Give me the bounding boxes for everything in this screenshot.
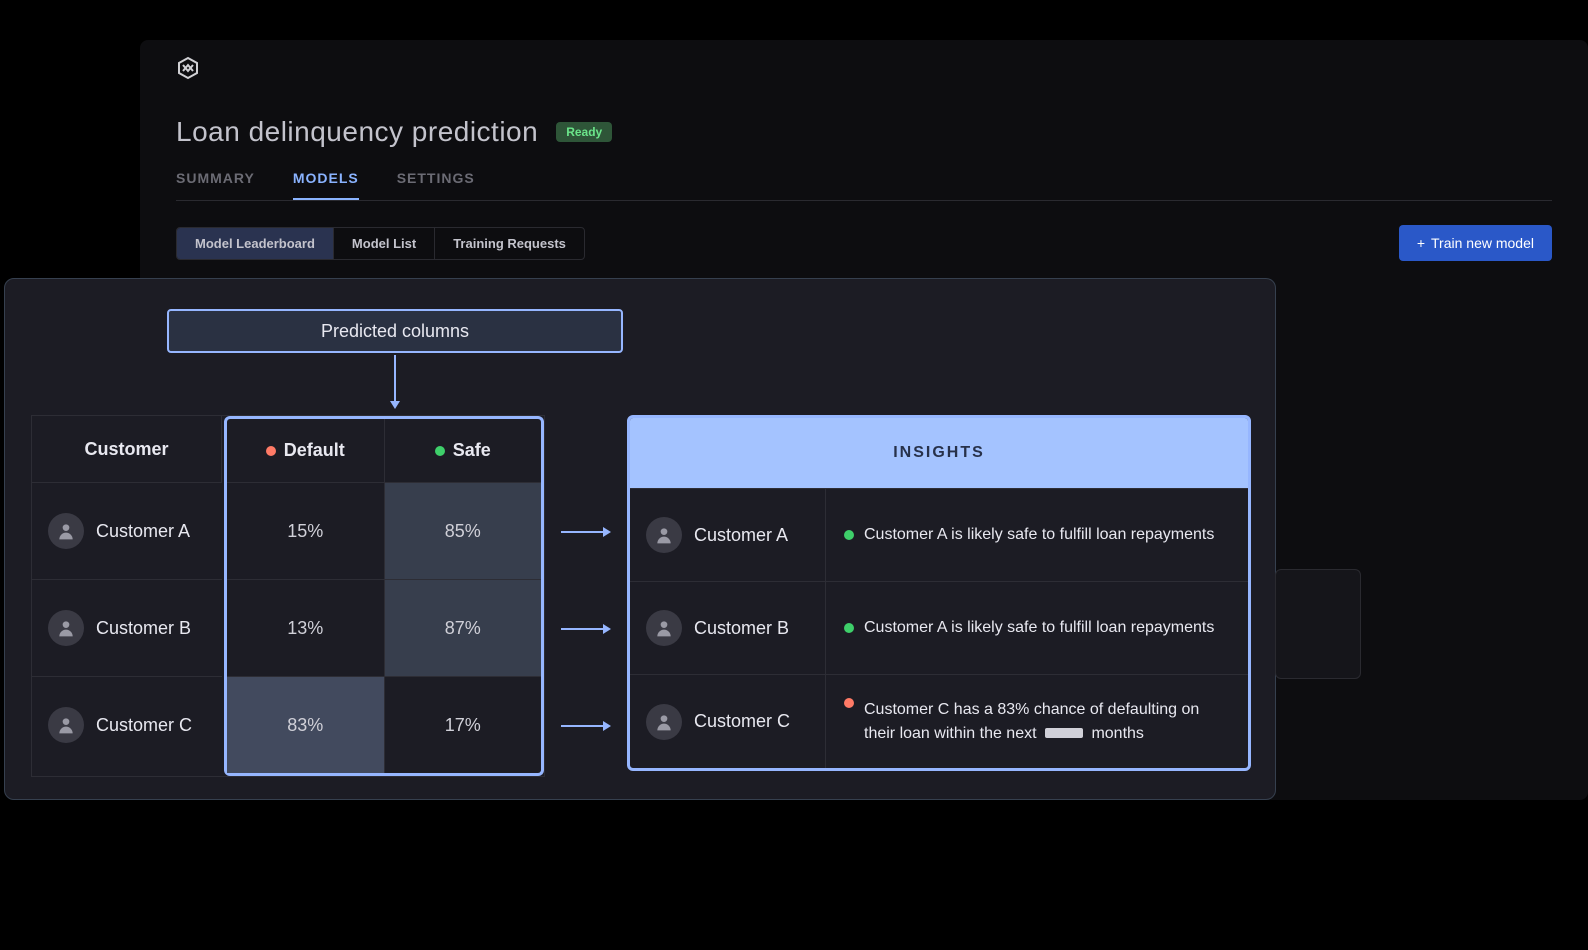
plus-icon: +	[1417, 235, 1425, 251]
insights-row: Customer B Customer A is likely safe to …	[630, 582, 1248, 675]
subtabs-row: Model Leaderboard Model List Training Re…	[140, 201, 1588, 285]
tab-models[interactable]: MODELS	[293, 170, 359, 200]
logo-icon	[176, 56, 200, 80]
insights-text: Customer A is likely safe to fulfill loa…	[826, 582, 1248, 674]
prediction-table-header: Customer Default Safe	[32, 416, 544, 482]
overlay-panel: Predicted columns Customer Default Safe	[4, 278, 1276, 800]
dot-red-icon	[844, 698, 854, 708]
subtabs: Model Leaderboard Model List Training Re…	[176, 227, 585, 260]
cell-default: 13%	[227, 579, 384, 676]
prediction-table: Customer Default Safe Customer A	[31, 415, 545, 777]
cell-default: 83%	[227, 676, 384, 773]
insights-body: Customer A Customer A is likely safe to …	[630, 488, 1248, 768]
table-row: Customer B	[32, 579, 222, 676]
tab-summary[interactable]: SUMMARY	[176, 170, 255, 200]
train-new-model-button[interactable]: + Train new model	[1399, 225, 1552, 261]
insights-text: Customer C has a 83% chance of defaultin…	[826, 675, 1248, 768]
avatar-icon	[646, 517, 682, 553]
prediction-customer-column: Customer A Customer B Customer C	[32, 482, 222, 776]
avatar-icon	[48, 707, 84, 743]
background-panel-hint	[1275, 569, 1361, 679]
train-new-model-label: Train new model	[1431, 235, 1534, 251]
insights-customer-name: Customer C	[694, 711, 790, 732]
dot-red-icon	[266, 446, 276, 456]
subtab-training-requests[interactable]: Training Requests	[435, 228, 584, 259]
insights-text: Customer A is likely safe to fulfill loa…	[826, 489, 1248, 581]
safe-column: 85% 87% 17%	[385, 482, 542, 773]
insights-row: Customer C Customer C has a 83% chance o…	[630, 675, 1248, 768]
insights-message: Customer C has a 83% chance of defaultin…	[864, 698, 1230, 746]
subtab-model-leaderboard[interactable]: Model Leaderboard	[177, 228, 334, 259]
column-header-customer: Customer	[32, 416, 222, 482]
insights-row: Customer A Customer A is likely safe to …	[630, 489, 1248, 582]
customer-name: Customer C	[96, 715, 192, 736]
insights-customer: Customer A	[630, 489, 826, 581]
arrows-right	[561, 483, 617, 774]
dot-green-icon	[844, 623, 854, 633]
customer-name: Customer B	[96, 618, 191, 639]
default-column: 15% 13% 83%	[227, 482, 385, 773]
page-title: Loan delinquency prediction	[176, 116, 538, 148]
subtab-model-list[interactable]: Model List	[334, 228, 435, 259]
insights-message-pre: Customer C has a 83% chance of defaultin…	[864, 701, 1199, 742]
predicted-columns-label: Predicted columns	[167, 309, 623, 353]
insights-message-post: months	[1091, 725, 1143, 742]
avatar-icon	[646, 704, 682, 740]
arrow-right-icon	[561, 677, 617, 774]
column-header-safe: Safe	[385, 419, 542, 482]
insights-customer-name: Customer A	[694, 525, 788, 546]
cell-default: 15%	[227, 482, 384, 579]
insights-message: Customer A is likely safe to fulfill loa…	[864, 616, 1214, 640]
column-header-default-label: Default	[284, 440, 345, 461]
table-row: Customer C	[32, 676, 222, 773]
insights-header: INSIGHTS	[630, 418, 1248, 488]
blank-placeholder	[1045, 728, 1083, 738]
dot-green-icon	[435, 446, 445, 456]
insights-customer: Customer C	[630, 675, 826, 768]
arrow-right-icon	[561, 483, 617, 580]
insights-customer-name: Customer B	[694, 618, 789, 639]
cell-safe: 17%	[385, 676, 542, 773]
predicted-columns-group: Default Safe	[224, 416, 544, 482]
status-badge: Ready	[556, 122, 612, 142]
table-row: Customer A	[32, 482, 222, 579]
tabs: SUMMARY MODELS SETTINGS	[176, 170, 1552, 201]
avatar-icon	[48, 513, 84, 549]
avatar-icon	[48, 610, 84, 646]
tab-settings[interactable]: SETTINGS	[397, 170, 475, 200]
cell-safe: 87%	[385, 579, 542, 676]
cell-safe: 85%	[385, 482, 542, 579]
column-header-safe-label: Safe	[453, 440, 491, 461]
customer-name: Customer A	[96, 521, 190, 542]
arrow-right-icon	[561, 580, 617, 677]
insights-customer: Customer B	[630, 582, 826, 674]
insights-message: Customer A is likely safe to fulfill loa…	[864, 523, 1214, 547]
prediction-table-body: Customer A Customer B Customer C 15% 13%…	[32, 482, 544, 776]
prediction-value-columns: 15% 13% 83% 85% 87% 17%	[224, 482, 544, 776]
insights-panel: INSIGHTS Customer A Customer A is likely…	[627, 415, 1251, 771]
topbar	[140, 40, 1588, 96]
avatar-icon	[646, 610, 682, 646]
arrow-down-icon	[391, 355, 399, 411]
header: Loan delinquency prediction Ready SUMMAR…	[140, 96, 1588, 201]
dot-green-icon	[844, 530, 854, 540]
title-row: Loan delinquency prediction Ready	[176, 116, 1552, 148]
column-header-default: Default	[227, 419, 385, 482]
